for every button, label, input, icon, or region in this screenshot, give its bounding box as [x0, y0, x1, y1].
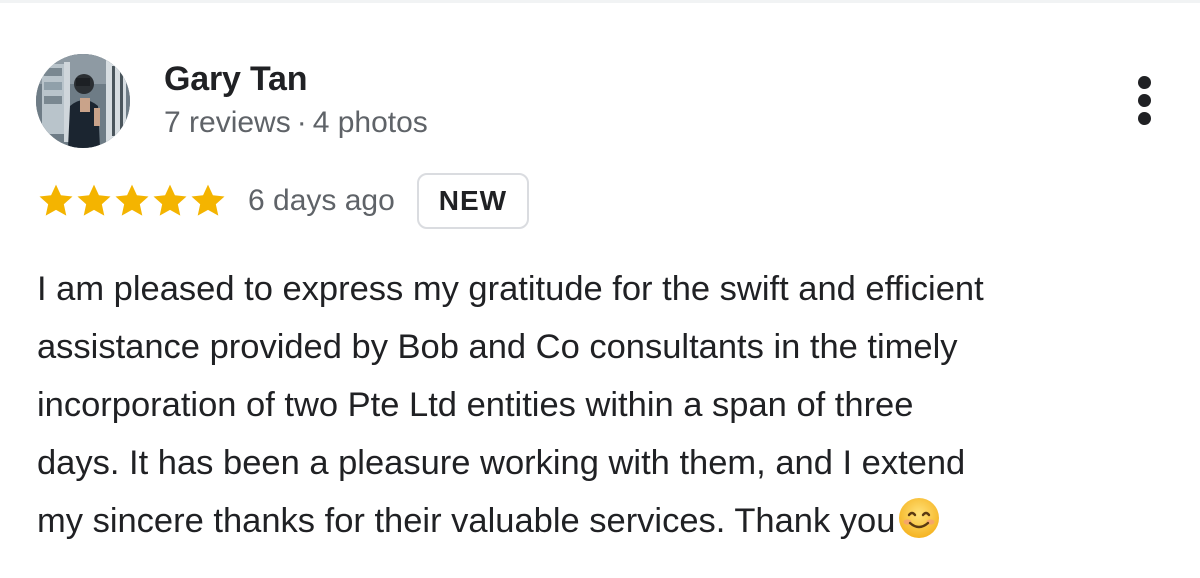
star-icon	[153, 184, 187, 216]
vertical-ellipsis-icon	[1138, 94, 1151, 107]
star-icon	[77, 184, 111, 216]
author-stats: 7 reviews · 4 photos	[164, 106, 428, 140]
star-icon	[191, 184, 225, 216]
avatar-photo	[36, 54, 130, 148]
meta-separator: ·	[296, 106, 307, 139]
vertical-ellipsis-icon	[1138, 76, 1151, 89]
review-card: Gary Tan 7 reviews · 4 photos 6 days ago N…	[0, 0, 1200, 578]
review-text-line: assistance provided by Bob and Co consul…	[37, 328, 958, 366]
star-icon	[115, 184, 149, 216]
review-text-line: my sincere thanks for their valuable ser…	[37, 492, 1177, 550]
author-name[interactable]: Gary Tan	[164, 60, 307, 99]
review-text-line: incorporation of two Pte Ltd entities wi…	[37, 386, 914, 424]
smiling-face-emoji-icon	[899, 498, 940, 538]
more-options-button[interactable]	[1122, 68, 1168, 132]
review-text: I am pleased to express my gratitude for…	[37, 260, 1177, 550]
review-text-line: I am pleased to express my gratitude for…	[37, 270, 984, 308]
review-date: 6 days ago	[248, 184, 395, 217]
vertical-ellipsis-icon	[1138, 112, 1151, 125]
rating-row: 6 days ago NEW	[36, 172, 530, 230]
review-text-line: days. It has been a pleasure working wit…	[37, 444, 966, 482]
star-rating	[36, 181, 226, 221]
author-avatar[interactable]	[36, 54, 130, 148]
review-count: 7 reviews	[164, 106, 291, 139]
star-icon	[39, 184, 73, 216]
photo-count: 4 photos	[312, 106, 428, 139]
new-badge: NEW	[416, 173, 530, 229]
